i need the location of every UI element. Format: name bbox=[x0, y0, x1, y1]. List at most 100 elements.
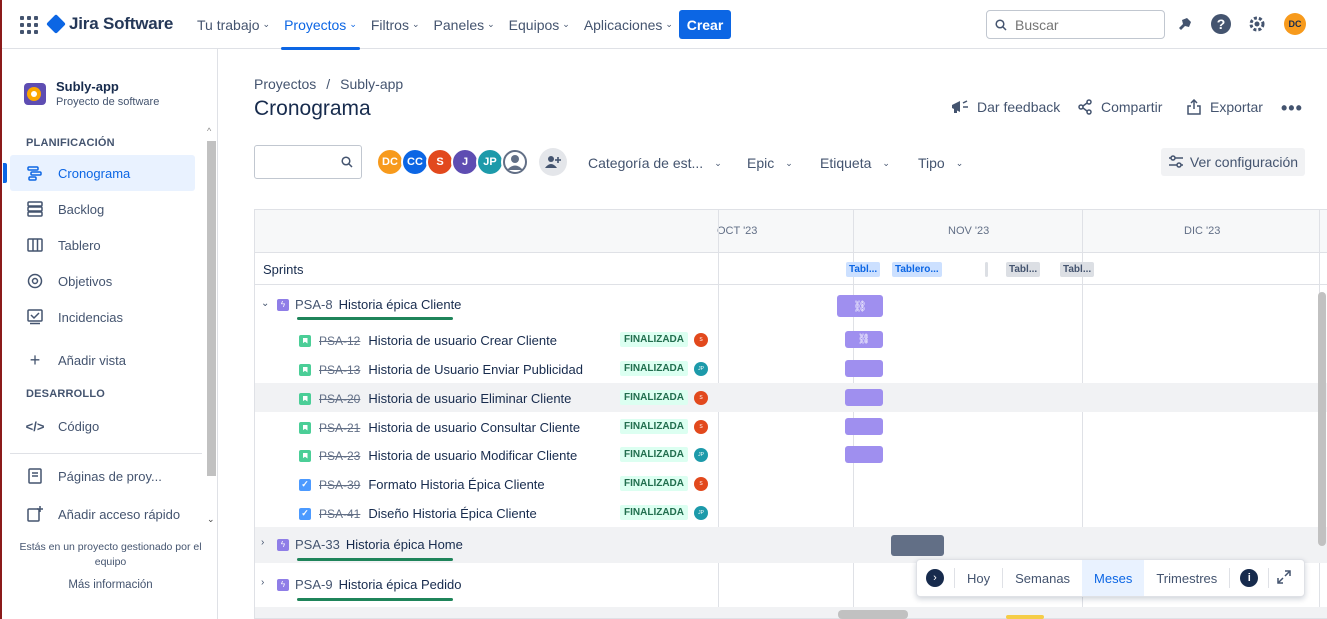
epic-row[interactable]: ⌄ ϟ PSA-8 Historia épica Cliente ⛓ bbox=[255, 291, 1327, 320]
task-check-icon: ✓ bbox=[299, 478, 311, 491]
issue-key[interactable]: PSA-23 bbox=[319, 449, 360, 463]
today-button[interactable]: Hoy bbox=[955, 560, 1002, 596]
issue-timeline-bar[interactable] bbox=[845, 360, 883, 377]
notifications-icon[interactable] bbox=[1174, 13, 1196, 35]
epic-row[interactable]: › ϟ PSA-33 Historia épica Home bbox=[255, 527, 1327, 563]
breadcrumb-projects[interactable]: Proyectos bbox=[254, 76, 316, 92]
help-icon[interactable]: ? bbox=[1210, 13, 1232, 35]
issue-key[interactable]: PSA-41 bbox=[319, 507, 360, 521]
weeks-button[interactable]: Semanas bbox=[1003, 560, 1082, 596]
timeline-vertical-scrollbar[interactable] bbox=[1318, 292, 1326, 546]
nav-teams[interactable]: Equipos ⌄ bbox=[502, 0, 577, 49]
sidebar-item-goals[interactable]: Objetivos bbox=[10, 263, 195, 299]
breadcrumb-project[interactable]: Subly-app bbox=[340, 76, 403, 92]
months-button[interactable]: Meses bbox=[1082, 560, 1145, 596]
create-button[interactable]: Crear bbox=[679, 10, 731, 39]
issue-timeline-bar[interactable] bbox=[845, 418, 883, 435]
sprint-chip[interactable]: Tablero... bbox=[892, 262, 942, 277]
issue-row[interactable]: PSA-12 Historia de usuario Crear Cliente… bbox=[255, 325, 1327, 354]
sidebar-scrollbar[interactable]: ^ ⌄ bbox=[205, 126, 218, 526]
sidebar-item-issues[interactable]: Incidencias bbox=[10, 299, 195, 335]
issue-row[interactable]: ✓ PSA-41 Diseño Historia Épica Cliente F… bbox=[255, 498, 1327, 527]
issue-key[interactable]: PSA-20 bbox=[319, 392, 360, 406]
sidebar-item-pages[interactable]: Páginas de proy... bbox=[10, 458, 195, 494]
search-input[interactable] bbox=[1015, 16, 1155, 33]
issue-timeline-bar[interactable]: ⛓ bbox=[845, 331, 883, 348]
sidebar-scroll-thumb[interactable] bbox=[207, 141, 216, 476]
sidebar-item-backlog[interactable]: Backlog bbox=[10, 191, 195, 227]
issue-row[interactable]: PSA-20 Historia de usuario Eliminar Clie… bbox=[255, 383, 1327, 412]
sidebar-item-timeline[interactable]: Cronograma bbox=[3, 155, 195, 191]
avatar-filter[interactable]: CC bbox=[401, 148, 429, 176]
sprint-chip[interactable]: Tabl... bbox=[1006, 262, 1041, 277]
chevron-right-icon[interactable]: › bbox=[926, 569, 944, 587]
sprint-chip[interactable]: Tabl... bbox=[1060, 262, 1095, 277]
share-button[interactable]: Compartir bbox=[1077, 99, 1162, 115]
export-button[interactable]: Exportar bbox=[1186, 99, 1263, 115]
epic-timeline-bar[interactable] bbox=[891, 535, 944, 556]
avatar-filter[interactable]: JP bbox=[476, 148, 504, 176]
chevron-down-icon[interactable]: ⌄ bbox=[261, 298, 269, 309]
status-badge: FINALIZADA bbox=[620, 361, 688, 376]
view-settings-button[interactable]: Ver configuración bbox=[1161, 148, 1305, 176]
settings-gear-icon[interactable] bbox=[1246, 13, 1268, 35]
timeline-search[interactable] bbox=[254, 145, 362, 179]
chevron-right-icon[interactable]: › bbox=[261, 537, 264, 548]
epic-key[interactable]: PSA-9 bbox=[295, 577, 333, 592]
epic-icon: ϟ bbox=[277, 578, 289, 591]
sidebar-item-board[interactable]: Tablero bbox=[10, 227, 195, 263]
nav-your-work[interactable]: Tu trabajo ⌄ bbox=[190, 0, 277, 49]
type-filter[interactable]: Tipo ⌄ bbox=[918, 155, 963, 171]
timeline-horizontal-scrollbar[interactable] bbox=[838, 610, 908, 619]
sidebar-item-code[interactable]: </> Código bbox=[10, 408, 195, 444]
expand-icon[interactable] bbox=[1277, 569, 1291, 587]
feedback-button[interactable]: Dar feedback bbox=[951, 99, 1060, 115]
issue-key[interactable]: PSA-13 bbox=[319, 363, 360, 377]
issue-timeline-bar[interactable] bbox=[845, 446, 883, 463]
status-category-filter[interactable]: Categoría de est... ⌄ bbox=[588, 155, 722, 171]
issue-row[interactable]: PSA-21 Historia de usuario Consultar Cli… bbox=[255, 412, 1327, 441]
global-search[interactable] bbox=[986, 10, 1165, 39]
nav-filters[interactable]: Filtros ⌄ bbox=[364, 0, 427, 49]
quarters-button[interactable]: Trimestres bbox=[1144, 560, 1229, 596]
epic-key[interactable]: PSA-33 bbox=[295, 537, 340, 552]
issue-row[interactable]: PSA-13 Historia de Usuario Enviar Public… bbox=[255, 354, 1327, 383]
nav-apps[interactable]: Aplicaciones ⌄ bbox=[577, 0, 680, 49]
jira-logo[interactable]: Jira Software bbox=[46, 14, 173, 34]
epic-timeline-bar[interactable]: ⛓ bbox=[837, 295, 883, 317]
export-label: Exportar bbox=[1210, 99, 1263, 115]
issue-title: Historia de usuario Modificar Cliente bbox=[368, 448, 578, 463]
chevron-right-icon[interactable]: › bbox=[261, 577, 264, 588]
avatar-unassigned[interactable] bbox=[501, 148, 529, 176]
epic-filter[interactable]: Epic ⌄ bbox=[747, 155, 793, 171]
info-button[interactable]: i bbox=[1240, 569, 1259, 587]
avatar-filter[interactable]: J bbox=[451, 148, 479, 176]
more-actions-icon[interactable]: ••• bbox=[1281, 98, 1303, 119]
add-view-button[interactable]: + Añadir vista bbox=[10, 342, 195, 378]
issue-timeline-bar[interactable] bbox=[845, 389, 883, 406]
nav-projects[interactable]: Proyectos ⌄ bbox=[277, 0, 364, 50]
epic-icon: ϟ bbox=[277, 298, 289, 311]
sidebar-item-add-shortcut[interactable]: Añadir acceso rápido bbox=[10, 496, 195, 532]
sprint-chip[interactable]: Tabl... bbox=[846, 262, 881, 277]
issue-row[interactable]: PSA-23 Historia de usuario Modificar Cli… bbox=[255, 440, 1327, 469]
add-people-icon[interactable] bbox=[539, 148, 567, 176]
avatar-filter[interactable]: DC bbox=[376, 148, 404, 176]
project-header[interactable]: Subly-app Proyecto de software bbox=[24, 79, 159, 108]
issue-row[interactable]: ✓ PSA-39 Formato Historia Épica Cliente … bbox=[255, 469, 1327, 498]
nav-dashboards[interactable]: Paneles ⌄ bbox=[427, 0, 502, 49]
scroll-up-icon[interactable]: ^ bbox=[207, 126, 211, 136]
scroll-down-icon[interactable]: ⌄ bbox=[207, 514, 215, 525]
chevron-down-icon: ⌄ bbox=[785, 157, 793, 168]
user-avatar[interactable]: DC bbox=[1284, 13, 1306, 35]
avatar-filter[interactable]: S bbox=[426, 148, 454, 176]
learn-more-link[interactable]: Más información bbox=[8, 579, 213, 591]
app-switcher-icon[interactable] bbox=[20, 16, 38, 34]
sidebar-item-label: Cronograma bbox=[58, 165, 131, 181]
issue-key[interactable]: PSA-39 bbox=[319, 478, 360, 492]
label-filter[interactable]: Etiqueta ⌄ bbox=[820, 155, 890, 171]
issue-key[interactable]: PSA-12 bbox=[319, 334, 360, 348]
epic-key[interactable]: PSA-8 bbox=[295, 297, 333, 312]
chevron-down-icon: ⌄ bbox=[349, 19, 357, 29]
issue-key[interactable]: PSA-21 bbox=[319, 421, 360, 435]
